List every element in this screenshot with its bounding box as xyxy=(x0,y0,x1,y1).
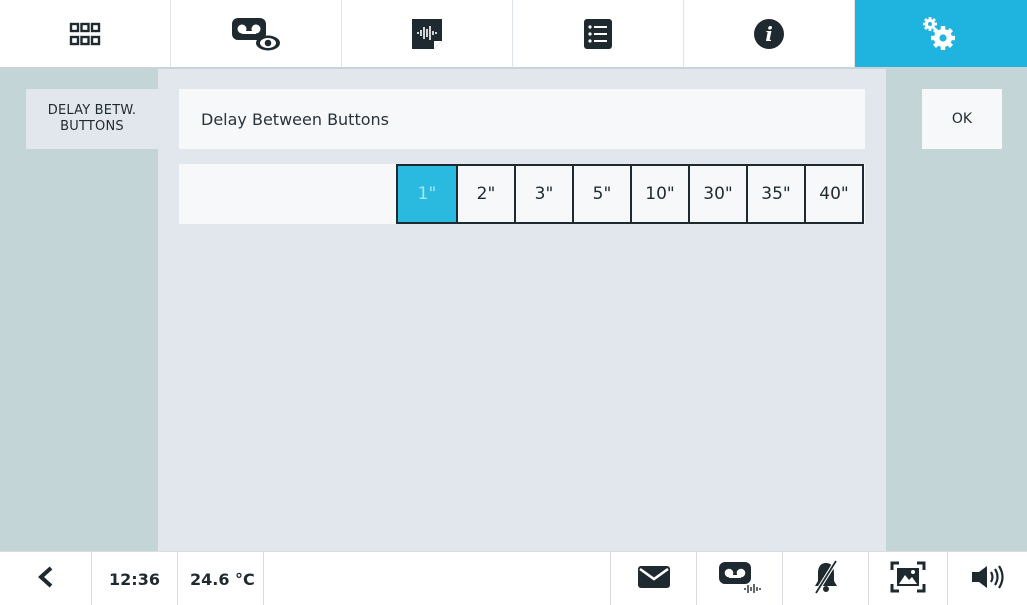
settings-gears-icon xyxy=(921,16,961,52)
answering-machine-view-icon xyxy=(230,14,282,54)
delay-option[interactable]: 1" xyxy=(398,166,456,222)
back-button[interactable] xyxy=(0,552,92,605)
picture-icon xyxy=(890,561,926,597)
apps-grid-icon xyxy=(69,22,101,46)
volume-button[interactable] xyxy=(948,552,1027,605)
answering-machine-icon xyxy=(717,560,763,598)
bell-mute-icon xyxy=(812,559,840,598)
right-sidebar: OK xyxy=(886,69,1027,551)
delay-option[interactable]: 35" xyxy=(746,166,804,222)
clock: 12:36 xyxy=(92,552,178,605)
delay-option[interactable]: 2" xyxy=(456,166,514,222)
tab-apps[interactable] xyxy=(0,0,171,67)
left-sidebar: DELAY BETW. BUTTONS xyxy=(0,69,158,551)
top-tab-bar: i xyxy=(0,0,1027,69)
status-bar: 12:36 24.6 °C xyxy=(0,551,1027,605)
speaker-icon xyxy=(970,564,1006,594)
setting-title: Delay Between Buttons xyxy=(179,89,865,149)
delay-option[interactable]: 5" xyxy=(572,166,630,222)
tab-settings[interactable] xyxy=(855,0,1027,67)
tab-answering-machine[interactable] xyxy=(171,0,342,67)
tab-audio-messages[interactable] xyxy=(342,0,513,67)
settings-panel: Delay Between Buttons 1" 2" 3" 5" 10" 30" 35" 4… xyxy=(158,69,886,551)
audio-message-icon xyxy=(410,17,444,51)
delay-option[interactable]: 40" xyxy=(804,166,862,222)
info-icon: i xyxy=(753,18,785,50)
messages-button[interactable] xyxy=(611,552,697,605)
answering-machine-button[interactable] xyxy=(697,552,783,605)
delay-options: 1" 2" 3" 5" 10" 30" 35" 40" xyxy=(396,164,864,224)
tab-list[interactable] xyxy=(513,0,684,67)
mute-ringer-button[interactable] xyxy=(783,552,869,605)
temperature: 24.6 °C xyxy=(178,552,264,605)
ok-button[interactable]: OK xyxy=(922,89,1002,149)
delay-option[interactable]: 3" xyxy=(514,166,572,222)
sidebar-item-label: DELAY BETW. BUTTONS xyxy=(47,103,137,134)
delay-option[interactable]: 30" xyxy=(688,166,746,222)
list-icon xyxy=(583,18,613,50)
svg-text:i: i xyxy=(765,22,773,46)
sidebar-item-delay-between-buttons[interactable]: DELAY BETW. BUTTONS xyxy=(26,89,158,149)
message-icon xyxy=(637,565,671,593)
status-spacer xyxy=(264,552,611,605)
delay-option[interactable]: 10" xyxy=(630,166,688,222)
option-row: 1" 2" 3" 5" 10" 30" 35" 40" xyxy=(179,164,865,224)
picture-button[interactable] xyxy=(869,552,948,605)
tab-info[interactable]: i xyxy=(684,0,855,67)
back-arrow-icon xyxy=(37,566,55,592)
